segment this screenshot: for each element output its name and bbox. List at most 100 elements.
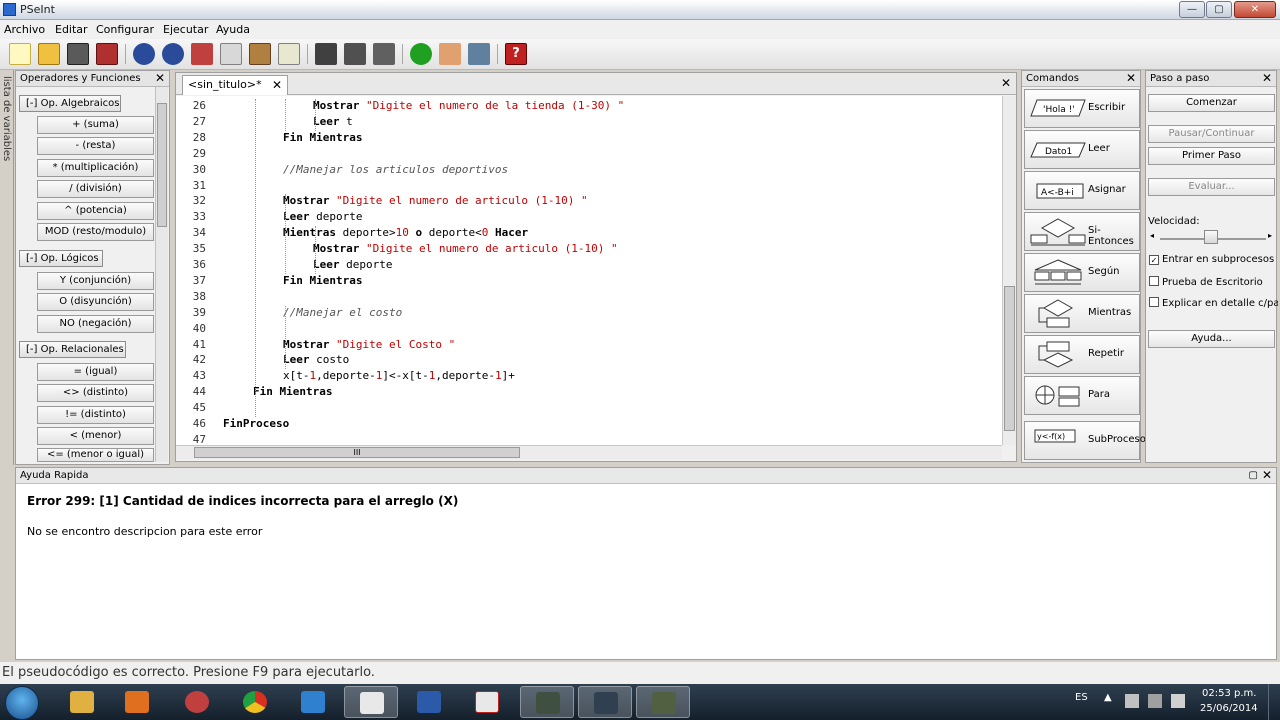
op-o[interactable]: O (disyunción) — [37, 293, 154, 311]
code-line[interactable]: Fin Mientras — [283, 131, 362, 144]
code-line[interactable]: Fin Mientras — [283, 274, 362, 287]
cmd-si-entonces[interactable]: Si-Entonces — [1024, 212, 1140, 251]
run-icon[interactable] — [410, 43, 432, 65]
speed-left-arrow-icon[interactable]: ◂ — [1150, 231, 1154, 240]
start-button-icon[interactable] — [5, 686, 39, 720]
find-next-icon[interactable] — [344, 43, 366, 65]
code-line[interactable]: Mostrar "Digite el numero de articulo (1… — [313, 242, 618, 255]
new-file-icon[interactable] — [9, 43, 31, 65]
editor-horizontal-scrollbar[interactable]: III — [176, 445, 1002, 459]
op-potencia[interactable]: ^ (potencia) — [37, 202, 154, 220]
save-as-icon[interactable] — [96, 43, 118, 65]
paste-icon[interactable] — [249, 43, 271, 65]
cmd-subproceso[interactable]: y<-f(x) SubProceso — [1024, 421, 1146, 460]
code-line[interactable]: Leer deporte — [283, 210, 362, 223]
cmd-asignar[interactable]: A<-B+i Asignar — [1024, 171, 1140, 210]
op-menor[interactable]: < (menor) — [37, 427, 154, 445]
close-icon[interactable]: ✕ — [155, 71, 165, 85]
code-line[interactable]: Mostrar "Digite el numero de articulo (1… — [283, 194, 588, 207]
cmd-escribir[interactable]: 'Hola !' Escribir — [1024, 89, 1140, 128]
evaluate-button[interactable]: Evaluar... — [1148, 178, 1275, 196]
op-distinto[interactable]: <> (distinto) — [37, 384, 154, 402]
group-algebraicos[interactable]: [-] Op. Algebraicos — [19, 95, 121, 112]
language-indicator[interactable]: ES — [1075, 692, 1088, 703]
media-task[interactable] — [110, 686, 164, 718]
code-line[interactable]: Leer t — [313, 115, 353, 128]
menu-ayuda[interactable]: Ayuda — [216, 23, 250, 36]
undo-icon[interactable] — [133, 43, 155, 65]
step-icon[interactable] — [439, 43, 461, 65]
op-suma[interactable]: + (suma) — [37, 116, 154, 134]
restore-icon[interactable]: ▢ — [1249, 468, 1258, 483]
show-hidden-icons-icon[interactable]: ▲ — [1104, 692, 1112, 703]
pause-continue-button[interactable]: Pausar/Continuar — [1148, 125, 1275, 143]
close-icon[interactable]: ✕ — [1262, 468, 1272, 483]
check-explain-detail[interactable]: Explicar en detalle c/paso — [1149, 297, 1278, 309]
operators-scrollbar[interactable] — [155, 87, 168, 462]
player-task[interactable] — [286, 686, 340, 718]
check-enter-subprocesses[interactable]: ✓ Entrar en subprocesos — [1149, 254, 1274, 265]
code-editor[interactable]: 26 Mostrar "Digite el numero de la tienda… — [176, 96, 1002, 445]
show-desktop-button[interactable] — [1268, 684, 1280, 720]
cmd-para[interactable]: Para — [1024, 376, 1140, 415]
cmd-mientras[interactable]: Mientras — [1024, 294, 1140, 333]
editor-vertical-scrollbar[interactable] — [1002, 96, 1016, 445]
snipping-task[interactable] — [170, 686, 224, 718]
op-resta[interactable]: - (resta) — [37, 137, 154, 155]
word-task[interactable] — [402, 686, 456, 718]
find-icon[interactable] — [315, 43, 337, 65]
maximize-button[interactable]: ▢ — [1206, 1, 1232, 18]
code-line[interactable]: //Manejar los articulos deportivos — [283, 163, 508, 176]
group-relacionales[interactable]: [-] Op. Relacionales — [19, 341, 126, 358]
cut-icon[interactable] — [191, 43, 213, 65]
clock-time[interactable]: 02:53 p.m. — [1202, 688, 1256, 699]
op-y[interactable]: Y (conjunción) — [37, 272, 154, 290]
action-center-icon[interactable] — [1125, 694, 1139, 708]
network-icon[interactable] — [1148, 694, 1162, 708]
menu-configurar[interactable]: Configurar — [96, 23, 154, 36]
speed-slider-thumb[interactable] — [1203, 230, 1218, 244]
op-division[interactable]: / (división) — [37, 180, 154, 198]
code-line[interactable]: x[t-1,deporte-1]<-x[t-1,deporte-1]+ — [283, 369, 515, 382]
clock-date[interactable]: 25/06/2014 — [1200, 703, 1258, 714]
start-button[interactable]: Comenzar — [1148, 94, 1275, 112]
app-task-2[interactable] — [578, 686, 632, 718]
code-line[interactable]: FinProceso — [223, 417, 289, 430]
variables-list-tab[interactable]: lista de variables — [0, 70, 14, 465]
code-line[interactable]: Fin Mientras — [253, 385, 332, 398]
cmd-leer[interactable]: Dato1 Leer — [1024, 130, 1140, 169]
cmd-repetir[interactable]: Repetir — [1024, 335, 1140, 374]
menu-archivo[interactable]: Archivo — [4, 23, 45, 36]
op-menor-igual[interactable]: <= (menor o igual) — [37, 448, 154, 462]
op-igual[interactable]: = (igual) — [37, 363, 154, 381]
op-distinto-2[interactable]: != (distinto) — [37, 406, 154, 424]
group-logicos[interactable]: [-] Op. Lógicos — [19, 250, 103, 267]
open-folder-icon[interactable] — [38, 43, 60, 65]
tab-sin-titulo[interactable]: <sin_titulo>* ✕ — [182, 75, 288, 95]
first-step-button[interactable]: Primer Paso — [1148, 147, 1275, 165]
indent-icon[interactable] — [278, 43, 300, 65]
code-line[interactable]: Leer deporte — [313, 258, 392, 271]
menu-editar[interactable]: Editar — [55, 23, 88, 36]
chrome-task[interactable] — [228, 686, 282, 718]
flowchart-icon[interactable] — [468, 43, 490, 65]
close-icon[interactable]: ✕ — [1001, 76, 1011, 90]
close-icon[interactable]: ✕ — [1126, 71, 1136, 85]
volume-icon[interactable] — [1171, 694, 1185, 708]
explorer-task[interactable] — [55, 686, 109, 718]
save-icon[interactable] — [67, 43, 89, 65]
close-tab-icon[interactable]: ✕ — [272, 76, 282, 94]
pdf-task[interactable] — [460, 686, 514, 718]
pseint-task[interactable] — [344, 686, 398, 718]
check-desk-test[interactable]: Prueba de Escritorio — [1149, 276, 1263, 288]
menu-ejecutar[interactable]: Ejecutar — [163, 23, 208, 36]
help-button[interactable]: Ayuda... — [1148, 330, 1275, 348]
cmd-segun[interactable]: Según — [1024, 253, 1140, 292]
op-mod[interactable]: MOD (resto/modulo) — [37, 223, 154, 241]
close-window-button[interactable]: ✕ — [1234, 1, 1276, 18]
op-multiplicacion[interactable]: * (multiplicación) — [37, 159, 154, 177]
help-icon[interactable]: ? — [505, 43, 527, 65]
code-line[interactable]: Leer costo — [283, 353, 349, 366]
replace-icon[interactable] — [373, 43, 395, 65]
close-icon[interactable]: ✕ — [1262, 71, 1272, 85]
